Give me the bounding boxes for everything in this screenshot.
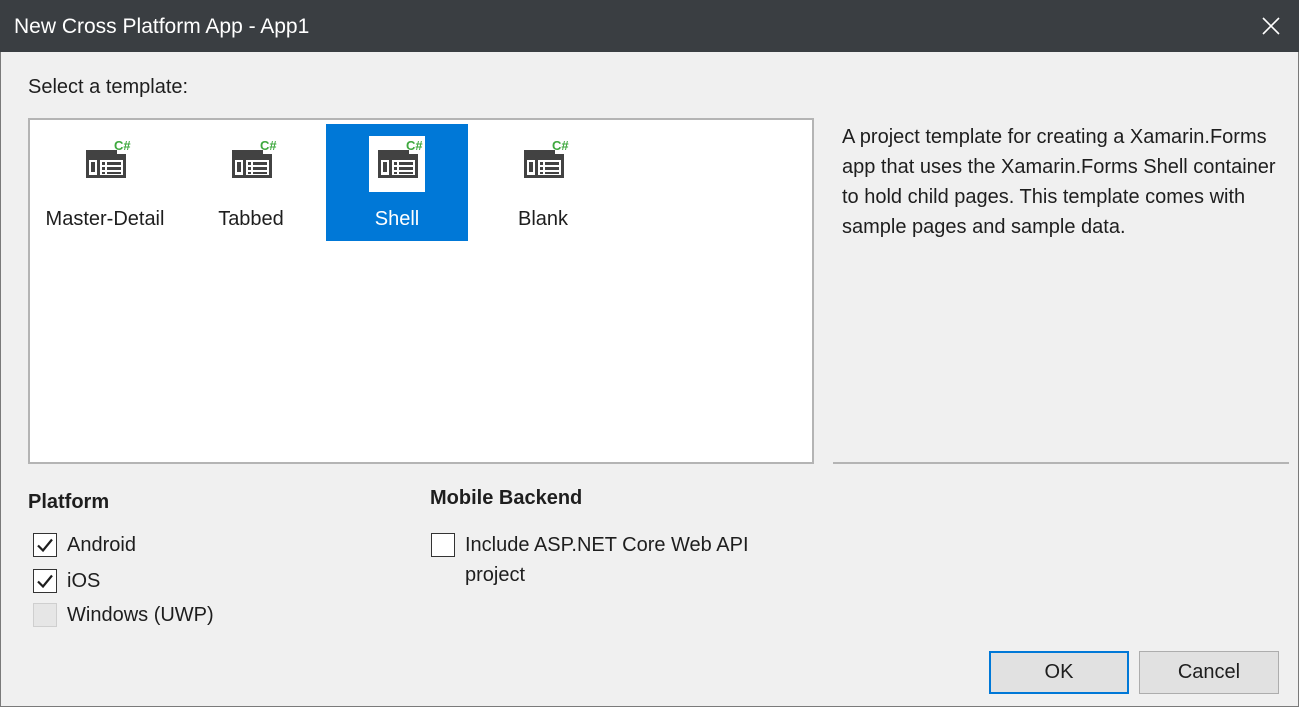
template-item-tabbed[interactable]: C# Tabbed bbox=[180, 124, 322, 241]
close-icon bbox=[1262, 17, 1280, 35]
template-label: Master-Detail bbox=[45, 208, 165, 230]
svg-text:C#: C# bbox=[406, 138, 423, 153]
close-button[interactable] bbox=[1257, 12, 1285, 40]
backend-heading: Mobile Backend bbox=[430, 487, 583, 509]
template-label: Shell bbox=[374, 208, 420, 230]
template-label: Tabbed bbox=[218, 208, 284, 230]
platform-android-option[interactable]: Android bbox=[33, 530, 136, 560]
backend-webapi-option[interactable]: Include ASP.NET Core Web API project bbox=[431, 530, 791, 590]
template-icon: C# bbox=[223, 136, 279, 192]
android-label: Android bbox=[67, 534, 136, 556]
title-bar: New Cross Platform App - App1 bbox=[0, 0, 1299, 52]
platform-heading: Platform bbox=[28, 491, 110, 513]
uwp-checkbox[interactable] bbox=[33, 603, 57, 627]
svg-text:C#: C# bbox=[114, 138, 131, 153]
template-section-label: Select a template: bbox=[28, 76, 189, 98]
platform-ios-option[interactable]: iOS bbox=[33, 566, 100, 596]
template-item-blank[interactable]: C# Blank bbox=[472, 124, 614, 241]
cancel-button[interactable]: Cancel bbox=[1139, 651, 1279, 694]
template-item-shell[interactable]: C# Shell bbox=[326, 124, 468, 241]
template-description: A project template for creating a Xamari… bbox=[842, 126, 1276, 238]
uwp-label: Windows (UWP) bbox=[67, 604, 214, 626]
webapi-checkbox[interactable] bbox=[431, 533, 455, 557]
checkmark-icon bbox=[37, 574, 53, 589]
description-divider bbox=[833, 462, 1289, 464]
template-list[interactable]: C# Master-Detail C# Tabbed C# Shell C# B… bbox=[28, 118, 814, 464]
template-label: Blank bbox=[517, 208, 569, 230]
template-icon: C# bbox=[369, 136, 425, 192]
svg-text:C#: C# bbox=[552, 138, 569, 153]
ios-checkbox[interactable] bbox=[33, 569, 57, 593]
platform-uwp-option[interactable]: Windows (UWP) bbox=[33, 600, 214, 630]
template-icon: C# bbox=[77, 136, 133, 192]
webapi-label: Include ASP.NET Core Web API project bbox=[465, 534, 749, 586]
svg-text:C#: C# bbox=[260, 138, 277, 153]
ios-label: iOS bbox=[67, 570, 101, 592]
template-icon: C# bbox=[515, 136, 571, 192]
android-checkbox[interactable] bbox=[33, 533, 57, 557]
window-title: New Cross Platform App - App1 bbox=[14, 15, 310, 38]
ok-button[interactable]: OK bbox=[989, 651, 1129, 694]
template-item-master-detail[interactable]: C# Master-Detail bbox=[34, 124, 176, 241]
checkmark-icon bbox=[37, 538, 53, 553]
